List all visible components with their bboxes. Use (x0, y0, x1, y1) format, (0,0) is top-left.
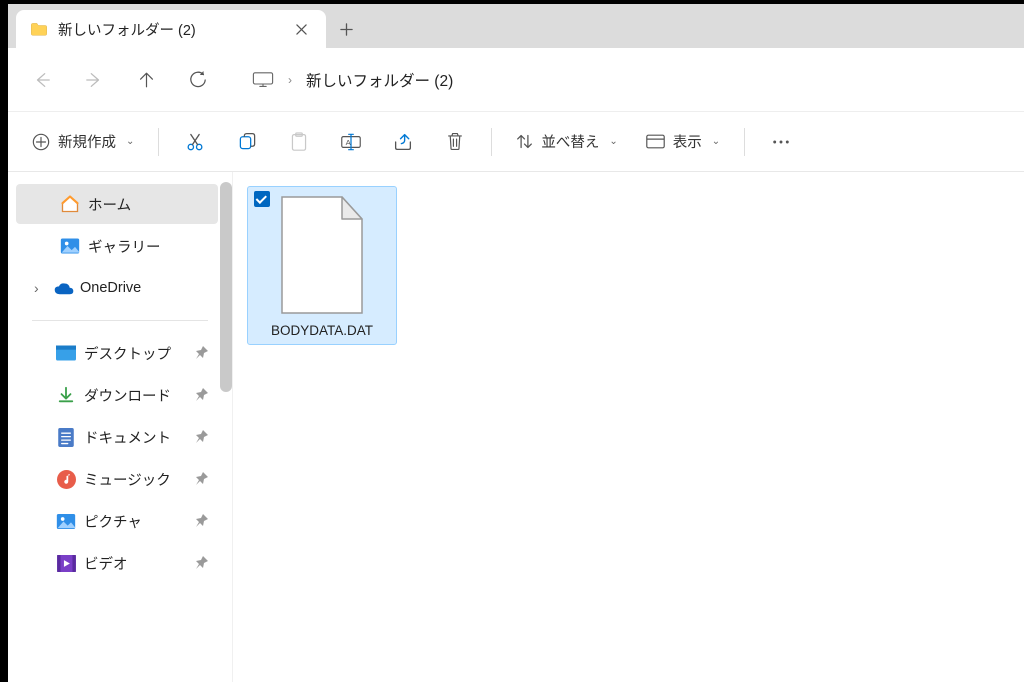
chevron-down-icon: ⌄ (712, 136, 720, 147)
new-button[interactable]: 新規作成 ⌄ (20, 122, 146, 162)
cut-icon (185, 132, 205, 152)
close-icon (296, 24, 307, 35)
paste-icon (290, 132, 308, 152)
generic-file-icon (272, 195, 372, 315)
share-icon (393, 133, 413, 151)
share-button[interactable] (379, 122, 427, 162)
copy-button[interactable] (223, 122, 271, 162)
desktop-icon (56, 343, 76, 363)
new-label: 新規作成 (58, 131, 116, 152)
sidebar-home-label: ホーム (88, 194, 131, 215)
sidebar-item-videos[interactable]: ビデオ (16, 543, 218, 583)
tab-bar: 新しいフォルダー (2) (8, 4, 1024, 48)
download-icon (56, 385, 76, 405)
sort-button[interactable]: 並べ替え ⌄ (504, 122, 629, 162)
pc-icon (252, 72, 274, 88)
sidebar-pictures-label: ピクチャ (84, 511, 142, 532)
arrow-up-icon (138, 71, 155, 89)
separator (491, 128, 492, 156)
file-name: BODYDATA.DAT (271, 323, 373, 338)
video-icon (56, 553, 76, 573)
toolbar: 新規作成 ⌄ A 並べ替え ⌄ 表示 ⌄ (8, 112, 1024, 172)
sidebar-videos-label: ビデオ (84, 553, 128, 574)
pin-icon (194, 513, 210, 529)
view-label: 表示 (673, 131, 702, 152)
trash-icon (446, 132, 464, 151)
arrow-right-icon (85, 71, 103, 89)
rename-button[interactable]: A (327, 122, 375, 162)
plus-circle-icon (32, 133, 50, 151)
cut-button[interactable] (171, 122, 219, 162)
tab-close-button[interactable] (288, 16, 314, 42)
plus-icon (340, 23, 353, 36)
arrow-left-icon (33, 71, 51, 89)
chevron-right-icon: › (288, 73, 292, 87)
more-button[interactable] (757, 122, 805, 162)
svg-text:A: A (346, 138, 352, 147)
sidebar-scrollbar[interactable] (220, 182, 232, 392)
navigation-bar: › 新しいフォルダー (2) (8, 48, 1024, 112)
view-button[interactable]: 表示 ⌄ (634, 122, 732, 162)
pictures-icon (56, 511, 76, 531)
document-icon (56, 427, 76, 447)
refresh-icon (189, 71, 207, 89)
sidebar-documents-label: ドキュメント (84, 427, 171, 448)
new-tab-button[interactable] (326, 10, 366, 48)
pin-icon (194, 345, 210, 361)
gallery-icon (60, 236, 80, 256)
sidebar-onedrive-label: OneDrive (80, 280, 141, 296)
sort-icon (516, 133, 533, 150)
sidebar-item-pictures[interactable]: ピクチャ (16, 501, 218, 541)
sidebar-item-downloads[interactable]: ダウンロード (16, 375, 218, 415)
pin-icon (194, 387, 210, 403)
breadcrumb[interactable]: › 新しいフォルダー (2) (240, 60, 1014, 100)
delete-button[interactable] (431, 122, 479, 162)
view-icon (646, 134, 665, 149)
music-icon (56, 469, 76, 489)
back-button[interactable] (18, 56, 66, 104)
onedrive-icon (54, 278, 74, 298)
sidebar-item-onedrive[interactable]: OneDrive (16, 268, 218, 308)
chevron-down-icon: ⌄ (126, 136, 134, 147)
pin-icon (194, 471, 210, 487)
separator (744, 128, 745, 156)
sidebar-music-label: ミュージック (84, 469, 171, 490)
sidebar-item-gallery[interactable]: ギャラリー (16, 226, 218, 266)
rename-icon: A (341, 133, 361, 151)
tab-current[interactable]: 新しいフォルダー (2) (16, 10, 326, 48)
sidebar: ホーム ギャラリー OneDrive デスクトップ ダウンロード ドキュメント (8, 172, 232, 682)
refresh-button[interactable] (174, 56, 222, 104)
pin-icon (194, 555, 210, 571)
sidebar-gallery-label: ギャラリー (88, 236, 161, 257)
sidebar-item-home[interactable]: ホーム (16, 184, 218, 224)
paste-button (275, 122, 323, 162)
sidebar-item-documents[interactable]: ドキュメント (16, 417, 218, 457)
home-icon (60, 194, 80, 214)
tab-title: 新しいフォルダー (2) (58, 19, 278, 40)
forward-button[interactable] (70, 56, 118, 104)
file-content-area[interactable]: BODYDATA.DAT (232, 172, 1024, 682)
sort-label: 並べ替え (541, 131, 599, 152)
more-icon (772, 139, 790, 145)
copy-icon (238, 132, 257, 151)
main-area: ホーム ギャラリー OneDrive デスクトップ ダウンロード ドキュメント (8, 172, 1024, 682)
sidebar-desktop-label: デスクトップ (84, 343, 171, 364)
file-item[interactable]: BODYDATA.DAT (247, 186, 397, 345)
breadcrumb-current[interactable]: 新しいフォルダー (2) (306, 69, 453, 91)
chevron-down-icon: ⌄ (609, 136, 617, 147)
up-button[interactable] (122, 56, 170, 104)
folder-icon (30, 22, 48, 36)
file-checkbox[interactable] (254, 191, 270, 207)
sidebar-downloads-label: ダウンロード (84, 385, 171, 406)
sidebar-item-desktop[interactable]: デスクトップ (16, 333, 218, 373)
sidebar-item-music[interactable]: ミュージック (16, 459, 218, 499)
pin-icon (194, 429, 210, 445)
separator (32, 320, 208, 321)
separator (158, 128, 159, 156)
